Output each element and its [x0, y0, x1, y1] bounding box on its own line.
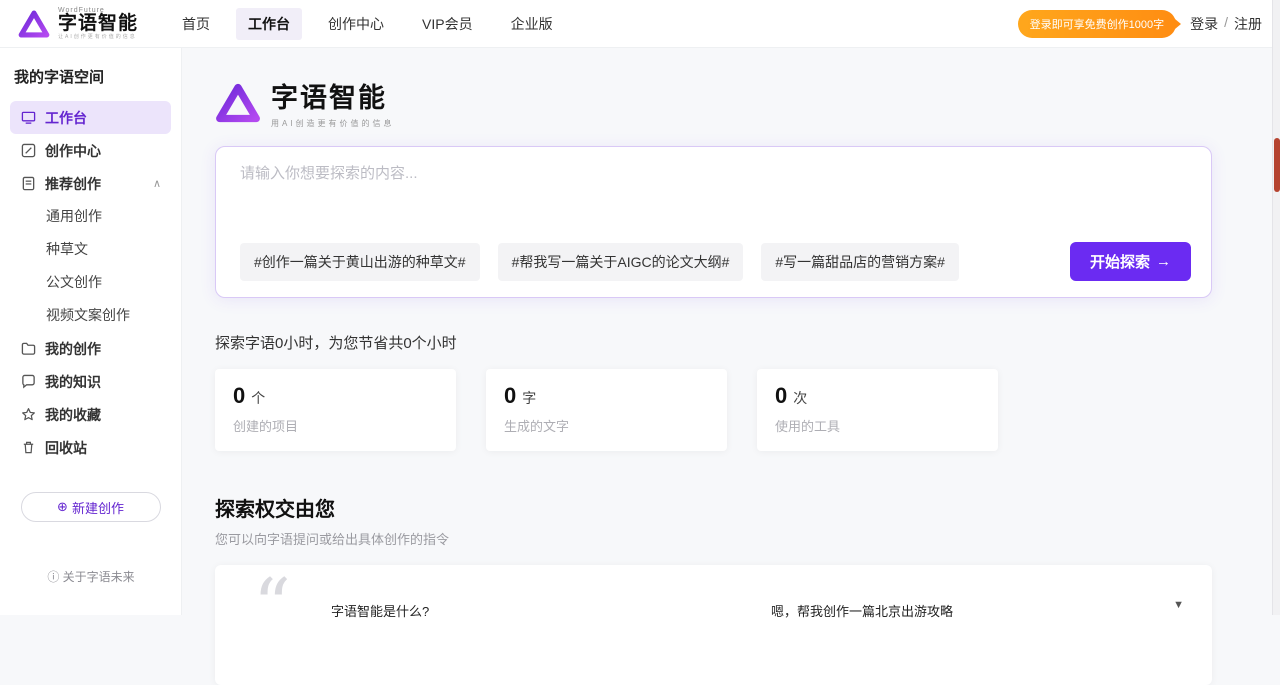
hero-logo: 字语智能 用AI创造更有价值的信息 — [215, 76, 1280, 129]
stat-card-projects: 0 个 创建的项目 — [215, 369, 456, 451]
sidebar-item-label: 工作台 — [45, 108, 87, 128]
stat-unit: 次 — [793, 388, 807, 408]
auth-separator: / — [1224, 14, 1228, 34]
login-link[interactable]: 登录 — [1190, 14, 1218, 34]
top-nav: 首页 工作台 创作中心 VIP会员 企业版 — [170, 8, 565, 40]
monitor-icon — [20, 110, 36, 126]
quote-icon: “ — [253, 569, 291, 643]
brand-triangle-icon — [18, 9, 50, 39]
promo-badge[interactable]: 登录即可享免费创作1000字 — [1018, 10, 1176, 38]
about-label: 关于字语未来 — [63, 570, 135, 584]
sidebar-item-label: 我的知识 — [45, 372, 101, 392]
sidebar-item-my-knowledge[interactable]: 我的知识 — [10, 365, 171, 398]
stat-label: 生成的文字 — [504, 416, 709, 435]
sidebar-subitem-official[interactable]: 公文创作 — [0, 266, 181, 299]
auth-links: 登录 / 注册 — [1190, 14, 1262, 34]
arrow-right-icon: → — [1156, 253, 1171, 270]
page-scrollbar — [1272, 0, 1280, 615]
search-input[interactable] — [240, 165, 1180, 182]
sidebar-item-my-works[interactable]: 我的创作 — [10, 332, 171, 365]
sidebar-title: 我的字语空间 — [0, 66, 181, 101]
prompt-chip-aigc-outline[interactable]: #帮我写一篇关于AIGC的论文大纲# — [498, 243, 744, 281]
qa-example-card: “ 字语智能是什么? 嗯，帮我创作一篇北京出游攻略 ▼ — [215, 565, 1212, 685]
nav-item-workbench[interactable]: 工作台 — [236, 8, 302, 40]
stat-unit: 个 — [251, 388, 265, 408]
folder-icon — [20, 341, 36, 357]
brand-name: 字语智能 — [58, 14, 138, 33]
scrollbar-thumb[interactable] — [1274, 138, 1280, 192]
stat-card-words: 0 字 生成的文字 — [486, 369, 727, 451]
sidebar-item-label: 创作中心 — [45, 141, 101, 161]
brand-tagline: 让AI创作更有价值的信息 — [58, 35, 138, 40]
prompt-chip-huangshan[interactable]: #创作一篇关于黄山出游的种草文# — [240, 243, 480, 281]
pen-icon — [20, 143, 36, 159]
hero-tagline: 用AI创造更有价值的信息 — [271, 118, 395, 129]
new-creation-button[interactable]: ⊕ 新建创作 — [21, 492, 161, 522]
stat-card-tools: 0 次 使用的工具 — [757, 369, 998, 451]
start-explore-label: 开始探索 — [1090, 251, 1150, 272]
chat-bubble-icon — [20, 374, 36, 390]
sidebar-item-recycle-bin[interactable]: 回收站 — [10, 431, 171, 464]
sidebar-item-label: 回收站 — [45, 438, 87, 458]
sidebar-subitem-general[interactable]: 通用创作 — [0, 200, 181, 233]
sidebar-item-label: 推荐创作 — [45, 174, 101, 194]
star-icon — [20, 407, 36, 423]
about-link[interactable]: ⓘ 关于字语未来 — [0, 568, 182, 585]
stat-label: 使用的工具 — [775, 416, 980, 435]
trash-icon — [20, 440, 36, 456]
brand-logo[interactable]: WordFuture 字语智能 让AI创作更有价值的信息 — [18, 7, 138, 40]
stat-value: 0 — [504, 383, 516, 409]
main-content: 字语智能 用AI创造更有价值的信息 #创作一篇关于黄山出游的种草文# #帮我写一… — [182, 48, 1280, 615]
caret-down-icon[interactable]: ▼ — [1173, 599, 1184, 611]
sidebar-item-recommended[interactable]: 推荐创作 ∧ — [10, 167, 171, 200]
section-title: 探索权交由您 — [215, 493, 1280, 522]
nav-item-vip[interactable]: VIP会员 — [410, 8, 485, 40]
stat-value: 0 — [233, 383, 245, 409]
prompt-chip-dessert-marketing[interactable]: #写一篇甜品店的营销方案# — [761, 243, 959, 281]
document-icon — [20, 176, 36, 192]
nav-item-creation-center[interactable]: 创作中心 — [316, 8, 396, 40]
sidebar: 我的字语空间 工作台 创作中心 推荐创作 ∧ 通用创作 种草文 公文创作 视频文… — [0, 48, 182, 615]
new-creation-label: 新建创作 — [72, 498, 124, 517]
stat-unit: 字 — [522, 388, 536, 408]
stats-summary-line: 探索字语0小时，为您节省共0个小时 — [215, 332, 1280, 353]
nav-item-home[interactable]: 首页 — [170, 8, 222, 40]
section-subtitle: 您可以向字语提问或给出具体创作的指令 — [215, 529, 1280, 548]
info-circle-icon: ⓘ — [47, 570, 59, 584]
topbar: WordFuture 字语智能 让AI创作更有价值的信息 首页 工作台 创作中心… — [0, 0, 1280, 48]
sidebar-subitem-video-copy[interactable]: 视频文案创作 — [0, 299, 181, 332]
register-link[interactable]: 注册 — [1234, 14, 1262, 34]
nav-item-enterprise[interactable]: 企业版 — [499, 8, 565, 40]
plus-circle-icon: ⊕ — [57, 499, 68, 515]
stat-value: 0 — [775, 383, 787, 409]
qa-answer: 嗯，帮我创作一篇北京出游攻略 — [771, 601, 953, 620]
sidebar-item-workbench[interactable]: 工作台 — [10, 101, 171, 134]
hero-brand-name: 字语智能 — [271, 76, 395, 115]
qa-question: 字语智能是什么? — [331, 601, 429, 620]
chevron-up-icon[interactable]: ∧ — [153, 177, 161, 190]
hero-triangle-icon — [215, 82, 261, 124]
sidebar-subitem-seeding[interactable]: 种草文 — [0, 233, 181, 266]
stat-label: 创建的项目 — [233, 416, 438, 435]
start-explore-button[interactable]: 开始探索 → — [1070, 242, 1191, 281]
sidebar-item-label: 我的收藏 — [45, 405, 101, 425]
search-panel: #创作一篇关于黄山出游的种草文# #帮我写一篇关于AIGC的论文大纲# #写一篇… — [215, 146, 1212, 298]
sidebar-item-label: 我的创作 — [45, 339, 101, 359]
sidebar-item-creation-center[interactable]: 创作中心 — [10, 134, 171, 167]
sidebar-item-my-favorites[interactable]: 我的收藏 — [10, 398, 171, 431]
